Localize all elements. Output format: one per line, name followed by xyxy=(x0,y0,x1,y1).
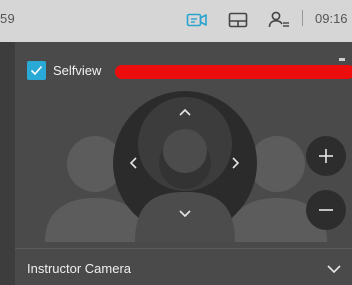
selfview-toggle[interactable]: Selfview xyxy=(27,59,101,81)
status-bar: 59 09:16 xyxy=(0,0,352,42)
chevron-down-icon xyxy=(327,265,341,274)
camera-icon[interactable] xyxy=(186,10,208,30)
panel-corner-mark xyxy=(339,58,345,61)
layout-icon[interactable] xyxy=(228,10,248,30)
redaction-bar xyxy=(115,65,352,79)
participants-icon[interactable] xyxy=(268,10,290,30)
minus-icon xyxy=(319,209,333,211)
pan-right-icon[interactable] xyxy=(230,155,242,171)
zoom-out-button[interactable] xyxy=(306,190,346,230)
camera-selector[interactable]: Instructor Camera xyxy=(15,248,352,285)
pan-up-icon[interactable] xyxy=(177,106,193,118)
plus-icon xyxy=(319,149,333,163)
zoom-in-button[interactable] xyxy=(306,136,346,176)
selfview-label: Selfview xyxy=(53,62,102,78)
selfview-checkbox[interactable] xyxy=(27,60,46,80)
camera-control-screen: 59 09:16 Selfview Instructor Camera xyxy=(0,0,352,285)
checkmark-icon xyxy=(30,65,43,75)
camera-name: Instructor Camera xyxy=(27,261,132,276)
clock: 09:16 xyxy=(315,11,348,26)
selfview-panel: Selfview Instructor Camera xyxy=(15,42,352,285)
status-divider xyxy=(302,10,303,26)
pan-left-icon[interactable] xyxy=(127,155,139,171)
pan-down-icon[interactable] xyxy=(177,208,193,220)
status-left-text: 59 xyxy=(0,11,16,26)
